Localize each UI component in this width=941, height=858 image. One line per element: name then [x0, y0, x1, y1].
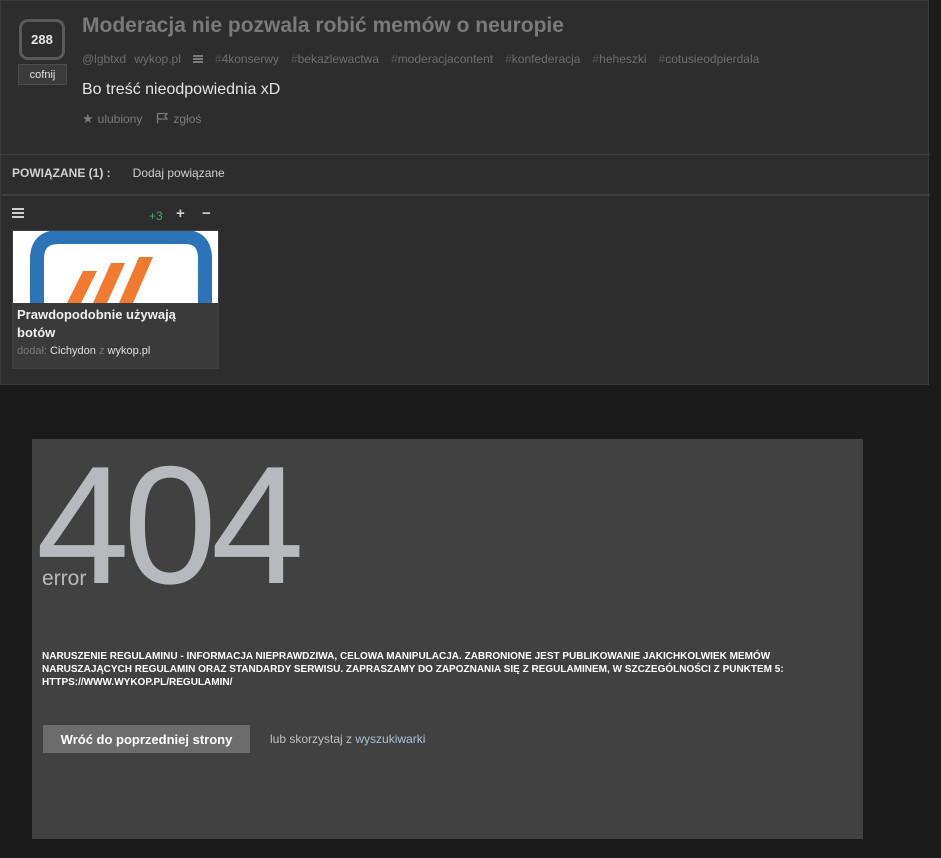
- related-card-title[interactable]: Prawdopodobnie używają botów: [13, 303, 218, 342]
- related-card[interactable]: Prawdopodobnie używają botów dodał: Cich…: [12, 230, 219, 369]
- error-word: error: [42, 567, 87, 590]
- related-bar: POWIĄZANE (1) : Dodaj powiązane: [12, 166, 225, 180]
- list-icon[interactable]: [192, 54, 203, 64]
- post-author[interactable]: @lgbtxd: [82, 52, 126, 66]
- added-by-label: dodał:: [17, 345, 47, 357]
- tag-hash: #: [214, 52, 222, 66]
- tag-link[interactable]: #heheszki: [592, 52, 646, 66]
- error-panel: 404 error NARUSZENIE REGULAMINU - INFORM…: [32, 439, 863, 839]
- vote-count[interactable]: 288: [19, 19, 65, 60]
- tag-name: 4konserwy: [221, 52, 279, 66]
- tag-name: moderacjacontent: [397, 52, 494, 66]
- related-score: +3: [149, 209, 163, 223]
- tag-hash: #: [290, 52, 298, 66]
- tag-name: bekazlewactwa: [297, 52, 379, 66]
- related-card-tools: +3 + −: [12, 205, 218, 223]
- tag-link[interactable]: #cotusieodpierdala: [659, 52, 760, 66]
- post-description: Bo treść nieodpowiednia xD: [82, 81, 281, 98]
- related-card-site[interactable]: wykop.pl: [108, 345, 151, 357]
- add-related-link[interactable]: Dodaj powiązane: [133, 166, 225, 180]
- undo-vote-button[interactable]: cofnij: [18, 64, 67, 85]
- divider: [1, 194, 930, 196]
- post-source[interactable]: wykop.pl: [134, 52, 181, 66]
- related-card-meta: dodał: Cichydon z wykop.pl: [13, 342, 218, 360]
- vote-down-button[interactable]: −: [202, 205, 211, 222]
- related-label: POWIĄZANE (1) :: [12, 166, 111, 180]
- related-card-user[interactable]: Cichydon: [50, 345, 96, 357]
- error-message: NARUSZENIE REGULAMINU - INFORMACJA NIEPR…: [42, 651, 784, 688]
- vote-up-button[interactable]: +: [176, 205, 185, 222]
- tag-link[interactable]: #bekazlewactwa: [291, 52, 379, 66]
- tag-name: heheszki: [599, 52, 647, 66]
- back-button[interactable]: Wróć do poprzedniej strony: [43, 725, 250, 753]
- post-panel: 288 cofnij Moderacja nie pozwala robić m…: [0, 0, 930, 385]
- tag-link[interactable]: #konfederacja: [505, 52, 580, 66]
- post-actions: ★ ulubiony zgłoś: [82, 111, 215, 127]
- report-button[interactable]: zgłoś: [156, 112, 201, 127]
- search-link[interactable]: wyszukiwarki: [355, 732, 425, 746]
- report-label: zgłoś: [173, 112, 202, 126]
- favorite-label: ulubiony: [97, 112, 143, 126]
- post-meta: @lgbtxd wykop.pl #4konserwy #bekazlewact…: [82, 52, 771, 66]
- search-hint: lub skorzystaj z wyszukiwarki: [270, 732, 425, 746]
- from-label: z: [98, 345, 105, 357]
- or-label: lub skorzystaj z: [270, 732, 353, 746]
- flag-icon: [156, 112, 169, 127]
- tag-link[interactable]: #4konserwy: [215, 52, 279, 66]
- divider: [1, 154, 930, 155]
- tag-link[interactable]: #moderacjacontent: [391, 52, 493, 66]
- tag-hash: #: [391, 52, 398, 66]
- star-icon: ★: [82, 111, 94, 126]
- tag-name: cotusieodpierdala: [665, 52, 760, 66]
- related-thumbnail: [13, 231, 218, 303]
- tag-name: konfederacja: [511, 52, 581, 66]
- tag-hash: #: [505, 52, 512, 66]
- menu-icon[interactable]: [12, 208, 24, 220]
- post-title[interactable]: Moderacja nie pozwala robić memów o neur…: [82, 14, 564, 38]
- favorite-button[interactable]: ★ ulubiony: [82, 111, 142, 127]
